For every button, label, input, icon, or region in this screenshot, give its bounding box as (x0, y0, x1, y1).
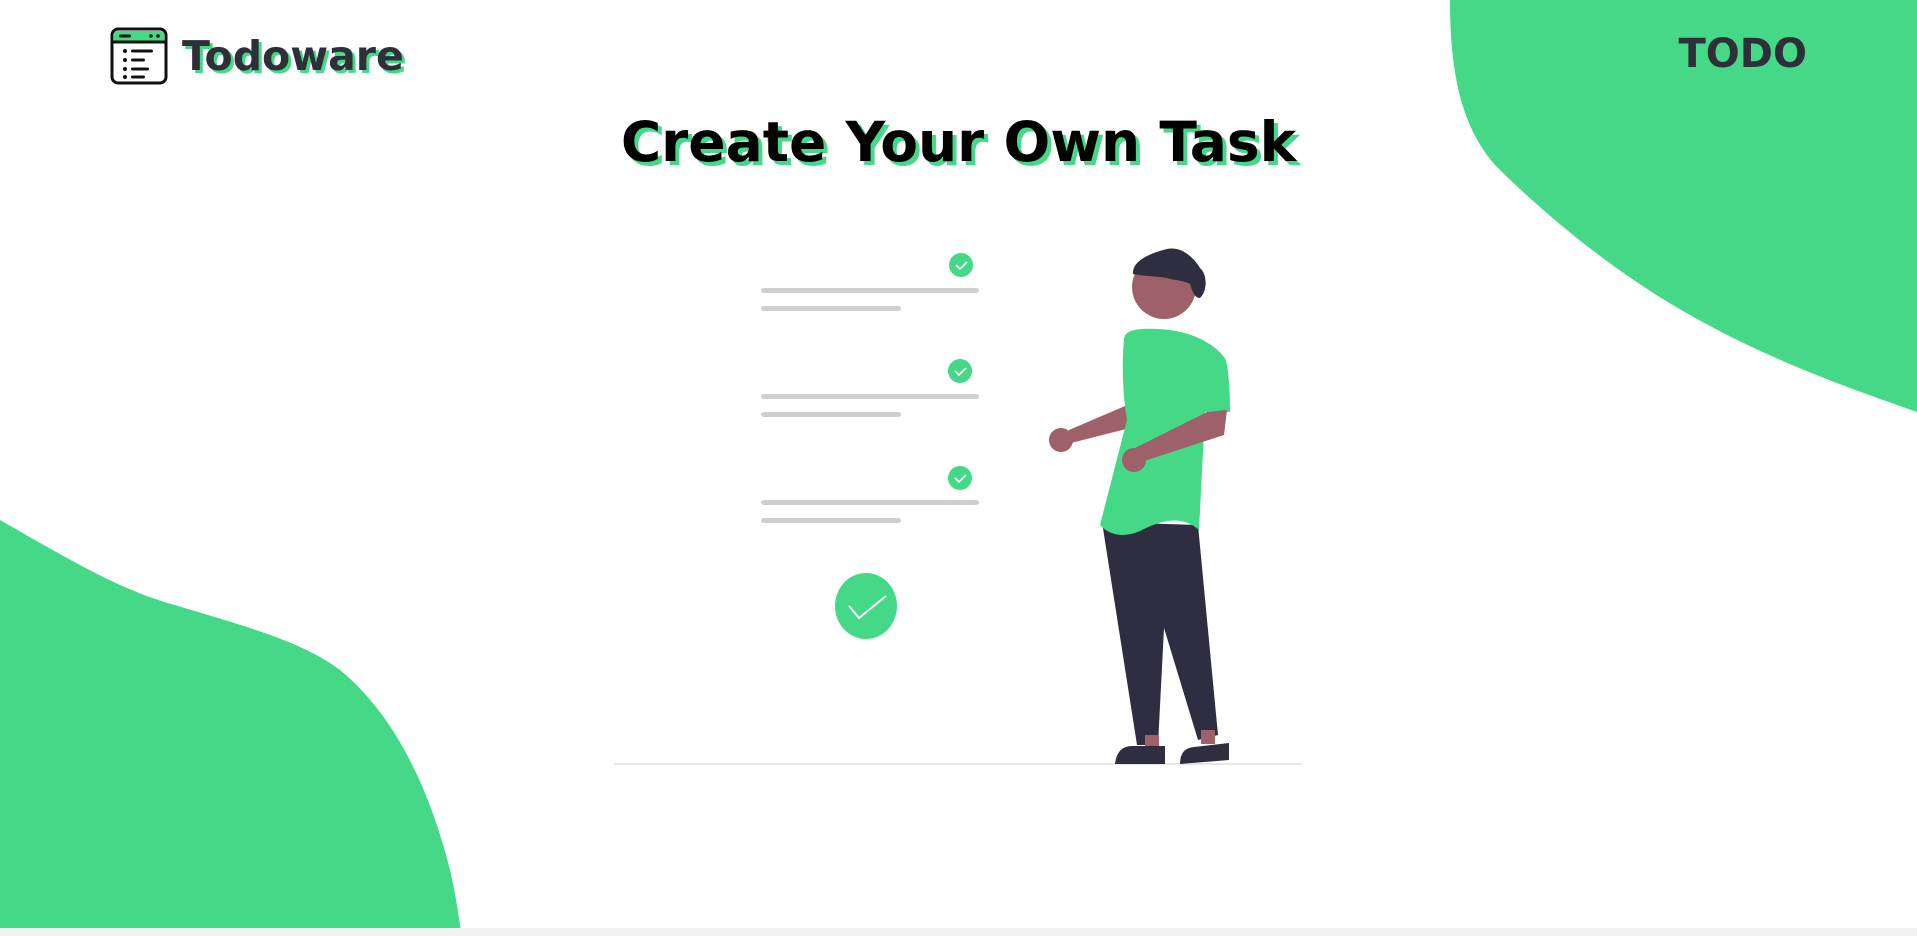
checklist-item-2 (761, 359, 979, 417)
person-figure (1049, 248, 1230, 764)
hero-title: Create Your Own Task (620, 110, 1297, 174)
brand-logo-link[interactable]: Todoware (110, 27, 404, 85)
nav-todo-link[interactable]: TODO (1679, 34, 1808, 74)
checklist-item-1 (761, 253, 979, 311)
decorative-blob-bottom-left (0, 520, 462, 936)
big-check-circle-icon (835, 573, 897, 639)
check-circle-icon (948, 466, 972, 490)
site-header: Todoware TODO (0, 0, 1917, 115)
check-circle-icon (949, 253, 973, 277)
bottom-edge-bar (0, 928, 1917, 936)
checklist-person-illustration (614, 248, 1302, 765)
todo-list-window-icon (110, 27, 168, 85)
check-circle-icon (948, 359, 972, 383)
checklist-item-3 (761, 466, 979, 523)
brand-name: Todoware (182, 31, 404, 80)
